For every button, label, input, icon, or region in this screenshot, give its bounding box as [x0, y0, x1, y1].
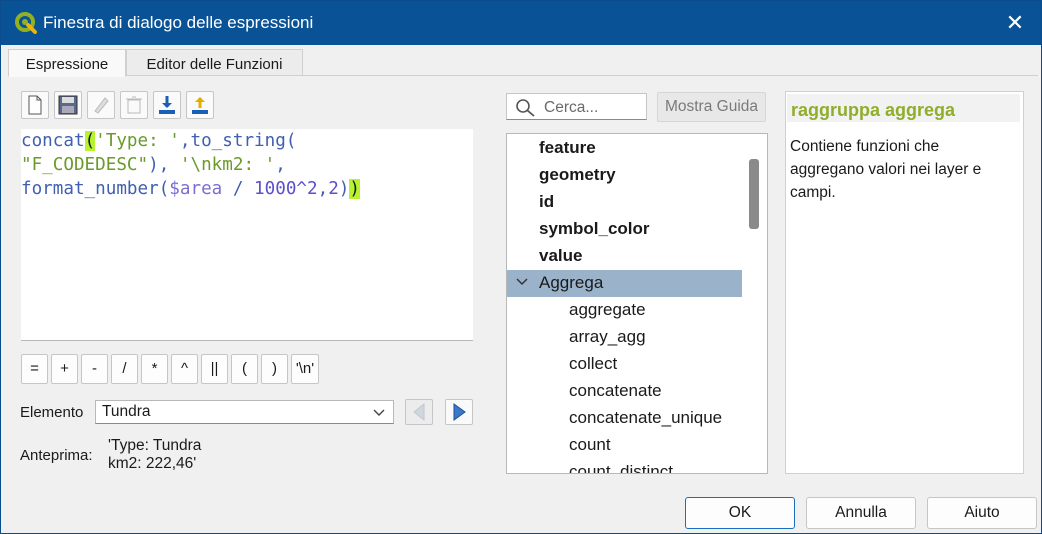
import-icon — [159, 96, 175, 114]
tree-item-label: aggregate — [569, 300, 646, 319]
help-title: raggruppa aggrega — [791, 100, 956, 120]
code-token: 1000^2 — [254, 179, 318, 199]
tree-item[interactable]: aggregate — [507, 297, 743, 324]
code-token: 2 — [328, 179, 339, 199]
tree-item[interactable]: count — [507, 432, 743, 459]
tree-item[interactable]: array_agg — [507, 324, 743, 351]
function-tree: feature geometry id symbol_color value A… — [506, 133, 768, 474]
code-token: ,to_string( — [179, 131, 297, 151]
preview-value: 'Type: Tundra km2: 222,46' — [108, 437, 202, 472]
tree-item[interactable]: geometry — [507, 162, 743, 189]
tree-item-label: Aggrega — [539, 273, 604, 292]
code-token: format_number( — [21, 179, 170, 199]
tree-item-label: array_agg — [569, 327, 646, 346]
show-help-button[interactable]: Mostra Guida — [657, 92, 766, 122]
code-token: 'Type: ' — [95, 131, 180, 151]
tree-item[interactable]: concatenate — [507, 378, 743, 405]
close-button[interactable]: ✕ — [999, 7, 1031, 39]
new-expression-button[interactable] — [21, 91, 49, 119]
expression-code: concat('Type: ',to_string( "F_CODEDESC")… — [21, 129, 360, 201]
new-file-icon — [28, 95, 42, 115]
tree-item-label: collect — [569, 354, 618, 373]
delete-icon — [126, 96, 142, 114]
help-description: Contiene funzioni che aggregano valori n… — [790, 138, 982, 201]
code-token: "F_CODEDESC" — [21, 155, 149, 175]
tab-divider — [8, 75, 1038, 76]
tree-item-label: id — [539, 192, 555, 211]
preview-label: Anteprima: — [20, 447, 93, 464]
save-icon — [58, 95, 78, 115]
bracket-highlight: ) — [349, 179, 360, 199]
export-icon — [192, 97, 208, 114]
code-token: / — [222, 179, 255, 199]
operator-concat-button[interactable]: || — [201, 354, 228, 384]
tree-item[interactable]: value — [507, 243, 743, 270]
next-feature-button[interactable] — [445, 399, 473, 425]
code-token: ), — [148, 155, 180, 175]
operator-equals-button[interactable]: = — [21, 354, 48, 384]
import-button[interactable] — [153, 91, 181, 119]
code-token: $area — [169, 179, 223, 199]
search-icon — [516, 99, 535, 117]
edit-icon — [94, 97, 109, 114]
tree-item[interactable]: symbol_color — [507, 216, 743, 243]
tree-scrollbar-thumb[interactable] — [749, 159, 759, 229]
operator-newline-button[interactable]: '\n' — [291, 354, 319, 384]
tab-expression[interactable]: Espressione — [8, 49, 126, 77]
tree-item-label: count — [569, 435, 611, 454]
bracket-highlight: ( — [84, 131, 96, 151]
tree-item-label: symbol_color — [539, 219, 650, 238]
titlebar: Finestra di dialogo delle espressioni ✕ — [1, 1, 1041, 45]
tree-item[interactable]: feature — [507, 135, 743, 162]
qgis-logo-icon — [15, 12, 37, 34]
code-token: concat — [21, 131, 85, 151]
tree-item-label: concatenate — [569, 381, 662, 400]
export-button[interactable] — [186, 91, 214, 119]
feature-select-value: Tundra — [102, 403, 151, 420]
tree-item[interactable]: count_distinct — [507, 459, 743, 474]
tree-item[interactable]: concatenate_unique — [507, 405, 743, 432]
operator-power-button[interactable]: ^ — [171, 354, 198, 384]
operator-close-paren-button[interactable]: ) — [261, 354, 288, 384]
feature-select[interactable]: Tundra — [95, 400, 394, 424]
function-search-input[interactable]: Cerca... — [506, 93, 647, 120]
help-panel: raggruppa aggrega Contiene funzioni che … — [785, 91, 1024, 474]
help-header: raggruppa aggrega — [787, 94, 1020, 122]
close-icon: ✕ — [1005, 10, 1025, 35]
window-title: Finestra di dialogo delle espressioni — [43, 13, 314, 32]
code-token: , — [275, 155, 286, 175]
expression-editor[interactable]: concat('Type: ',to_string( "F_CODEDESC")… — [21, 129, 473, 341]
ok-button[interactable]: OK — [685, 497, 795, 529]
previous-feature-button[interactable] — [405, 399, 433, 425]
tree-item-label: feature — [539, 138, 596, 157]
operator-open-paren-button[interactable]: ( — [231, 354, 258, 384]
arrow-left-icon — [413, 402, 425, 422]
code-token: ) — [338, 179, 350, 199]
tab-function-editor[interactable]: Editor delle Funzioni — [126, 49, 303, 76]
tree-item-label: concatenate_unique — [569, 408, 723, 427]
code-token: '\nkm2: ' — [179, 155, 276, 175]
delete-expression-button[interactable] — [120, 91, 148, 119]
expression-dialog: Finestra di dialogo delle espressioni ✕ … — [0, 0, 1042, 534]
tree-item[interactable]: id — [507, 189, 743, 216]
cancel-button[interactable]: Annulla — [806, 497, 916, 529]
tree-item-label: geometry — [539, 165, 616, 184]
tree-item-label: count_distinct — [569, 462, 673, 474]
operator-divide-button[interactable]: / — [111, 354, 138, 384]
tree-item[interactable]: collect — [507, 351, 743, 378]
operator-minus-button[interactable]: - — [81, 354, 108, 384]
help-button[interactable]: Aiuto — [927, 497, 1037, 529]
search-placeholder: Cerca... — [544, 99, 599, 116]
chevron-down-icon — [516, 278, 528, 286]
chevron-down-icon — [373, 409, 385, 416]
edit-expression-button[interactable] — [87, 91, 115, 119]
feature-label: Elemento — [20, 404, 84, 421]
arrow-right-icon — [453, 403, 466, 421]
operator-multiply-button[interactable]: * — [141, 354, 168, 384]
code-token: , — [317, 179, 329, 199]
save-expression-button[interactable] — [54, 91, 82, 119]
tree-group-aggregate[interactable]: Aggrega — [507, 270, 743, 297]
operator-plus-button[interactable]: + — [51, 354, 78, 384]
tree-item-label: value — [539, 246, 583, 265]
